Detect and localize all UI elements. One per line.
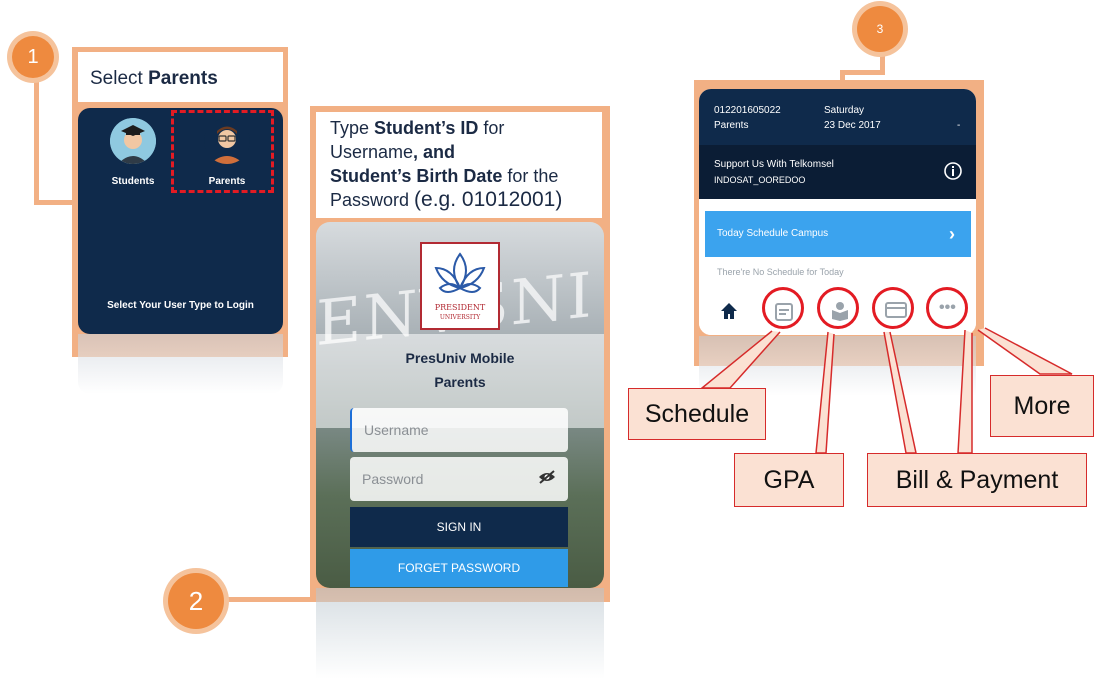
gpa-callout: GPA — [734, 453, 844, 507]
students-avatar-icon[interactable] — [110, 118, 156, 164]
logo-text: UNIVERSITY — [440, 314, 481, 321]
step-1-title: Select Parents — [78, 52, 283, 102]
today-schedule-row[interactable]: Today Schedule Campus › — [705, 211, 971, 257]
day-label: Saturday — [824, 105, 865, 116]
forget-password-button[interactable]: FORGET PASSWORD — [350, 549, 568, 587]
connector-line — [34, 70, 39, 204]
dash-label: - — [957, 120, 961, 131]
inst-example: (e.g. 01012001) — [414, 188, 563, 211]
bill-payment-callout: Bill & Payment — [867, 453, 1087, 507]
logo-text: PRESIDENT — [435, 303, 486, 312]
inst-bold: Student’s ID — [374, 118, 479, 138]
username-field[interactable]: Username — [350, 408, 568, 452]
profile-header: 012201605022 Parents Saturday 23 Dec 201… — [699, 89, 976, 145]
inst-text: Password — [330, 190, 415, 210]
inst-text: Username — [330, 142, 414, 162]
students-label: Students — [111, 176, 155, 187]
reflection — [78, 334, 283, 394]
password-placeholder: Password — [362, 471, 424, 487]
university-logo: PRESIDENT UNIVERSITY — [420, 242, 500, 330]
support-subtitle: INDOSAT_OOREDOO — [714, 175, 806, 185]
support-banner[interactable]: Support Us With Telkomsel INDOSAT_OOREDO… — [699, 145, 976, 199]
title-prefix: Select — [90, 68, 143, 89]
step-3-badge: 3 — [857, 6, 903, 52]
sign-in-button[interactable]: SIGN IN — [350, 507, 568, 547]
date-label: 23 Dec 2017 — [824, 120, 881, 131]
parents-highlight — [171, 110, 274, 193]
info-icon[interactable] — [943, 161, 963, 184]
eye-off-icon[interactable] — [538, 470, 556, 487]
login-instructions: Type Student’s ID for Username, and Stud… — [316, 112, 602, 218]
app-name: PresUniv Mobile — [405, 350, 515, 366]
inst-text: for — [478, 118, 505, 138]
schedule-callout: Schedule — [628, 388, 766, 440]
inst-bold: Student’s Birth Date — [330, 166, 503, 186]
user-role: Parents — [714, 120, 749, 131]
username-placeholder: Username — [364, 422, 429, 438]
inst-text: Type — [330, 118, 375, 138]
password-field[interactable]: Password — [350, 457, 568, 501]
student-id: 012201605022 — [714, 105, 781, 116]
title-bold: Parents — [148, 68, 218, 89]
more-callout: More — [990, 375, 1094, 437]
inst-text: for the — [502, 166, 559, 186]
reflection — [316, 588, 604, 679]
step-1-badge: 1 — [12, 36, 54, 78]
connector-line — [225, 597, 315, 602]
step-2-badge: 2 — [168, 573, 224, 629]
app-subtitle: Parents — [434, 374, 486, 390]
select-user-hint: Select Your User Type to Login — [107, 300, 254, 311]
support-title: Support Us With Telkomsel — [714, 159, 834, 170]
today-schedule-label: Today Schedule Campus — [717, 228, 829, 239]
chevron-right-icon: › — [949, 224, 955, 244]
lotus-logo-icon: PRESIDENT UNIVERSITY — [434, 252, 486, 321]
no-schedule-text: There're No Schedule for Today — [717, 267, 844, 277]
connector-line — [840, 70, 885, 75]
inst-bold: , and — [413, 142, 456, 162]
